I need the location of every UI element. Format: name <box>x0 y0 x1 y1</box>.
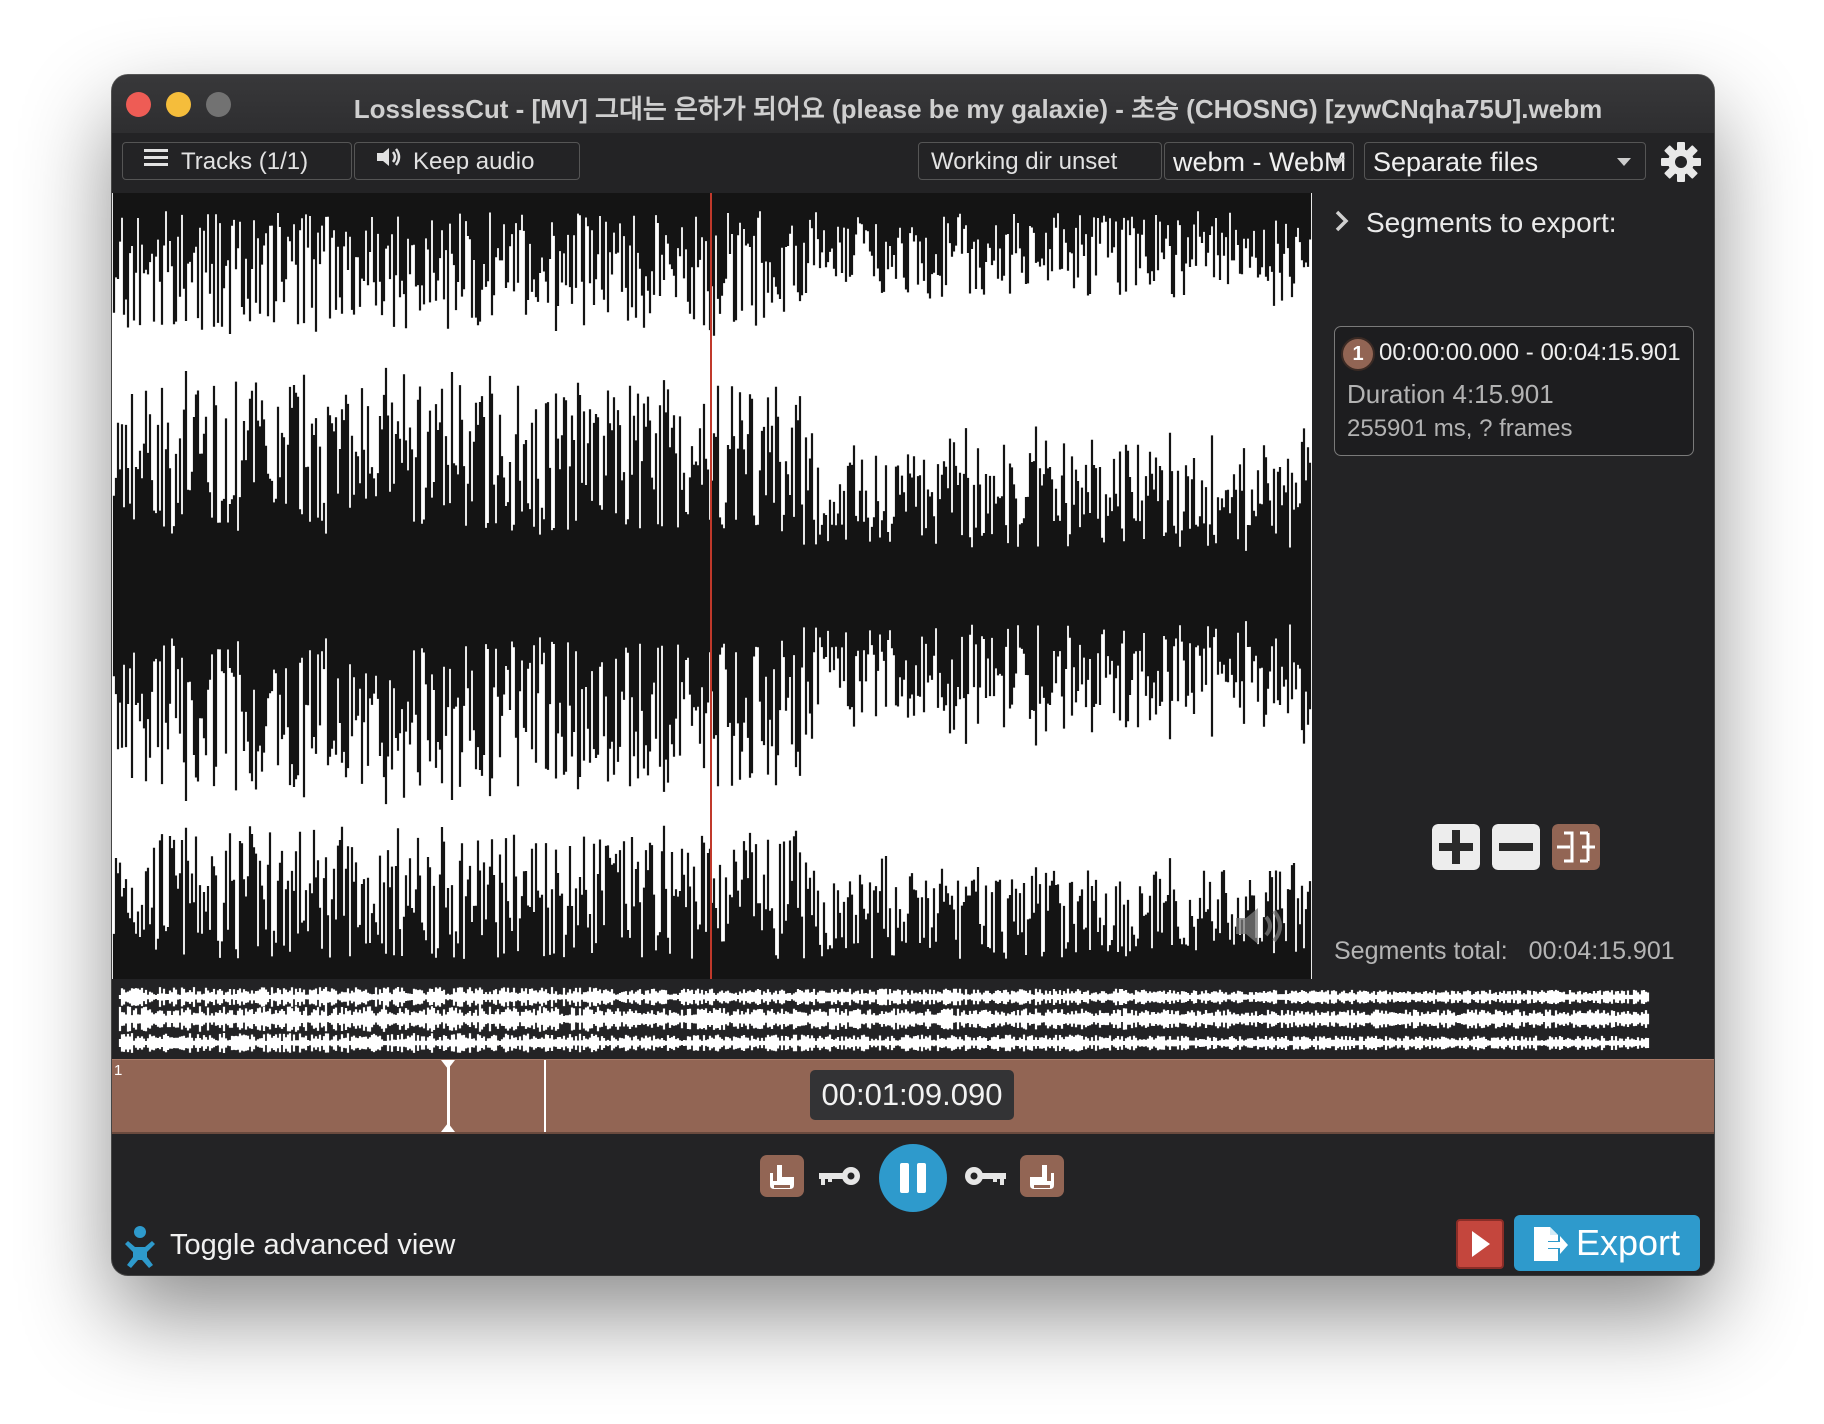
working-dir-label: Working dir unset <box>931 148 1118 175</box>
playhead-top-marker <box>441 1060 455 1069</box>
segments-total-value: 00:04:15.901 <box>1528 937 1675 965</box>
title-bar: LosslessCut - [MV] 그대는 은하가 되어요 (please b… <box>112 75 1714 134</box>
preview-button[interactable] <box>1456 1219 1504 1269</box>
pause-button[interactable] <box>878 1143 948 1213</box>
speaker-icon <box>373 143 403 179</box>
keep-audio-button[interactable]: Keep audio <box>354 142 580 180</box>
segment-duration: Duration 4:15.901 <box>1347 379 1554 409</box>
timeline-marker <box>544 1060 546 1132</box>
remove-segment-button[interactable] <box>1492 824 1540 870</box>
window-title: LosslessCut - [MV] 그대는 은하가 되어요 (please b… <box>353 94 1603 124</box>
overview-waveform-path <box>118 987 1650 1053</box>
play-icon <box>1472 1231 1490 1257</box>
segment-number-label: 1 <box>114 1062 123 1079</box>
output-mode-value: Separate files <box>1373 147 1539 177</box>
current-time-display[interactable]: 00:01:09.090 <box>810 1070 1014 1120</box>
set-cut-end-button[interactable] <box>1020 1155 1064 1197</box>
export-label: Export <box>1576 1222 1681 1263</box>
app-window: LosslessCut - [MV] 그대는 은하가 되어요 (please b… <box>112 75 1714 1275</box>
gear-icon[interactable] <box>1660 141 1702 183</box>
baby-icon <box>125 1226 155 1268</box>
segments-header[interactable]: Segments to export: <box>1334 207 1617 239</box>
segment-number-badge: 1 <box>1341 337 1375 371</box>
working-dir-button[interactable]: Working dir unset <box>918 142 1162 180</box>
overview-waveform-graphic <box>118 987 1650 1053</box>
segments-total-label: Segments total: <box>1334 937 1508 965</box>
segments-total: Segments total: 00:04:15.901 <box>1334 937 1675 966</box>
zoom-window-button[interactable] <box>206 92 231 117</box>
format-select[interactable]: webm - WebM <box>1164 142 1354 180</box>
waveform-view[interactable] <box>112 193 1312 979</box>
chevron-down-icon <box>1617 158 1631 166</box>
split-segment-button[interactable] <box>1552 824 1600 870</box>
playhead-cursor[interactable] <box>447 1060 450 1132</box>
export-button[interactable]: Export <box>1514 1215 1700 1271</box>
speaker-icon[interactable] <box>1232 903 1298 949</box>
file-export-icon <box>1534 1227 1568 1261</box>
add-segment-button[interactable] <box>1432 824 1480 870</box>
set-cut-start-button[interactable] <box>760 1155 804 1197</box>
previous-keyframe-key-icon[interactable] <box>817 1165 863 1187</box>
segments-header-label: Segments to export: <box>1366 207 1617 238</box>
segment-time-range: 00:00:00.000 - 00:04:15.901 <box>1379 339 1681 366</box>
segment-card[interactable]: 1 00:00:00.000 - 00:04:15.901 Duration 4… <box>1334 326 1694 456</box>
overview-waveform[interactable] <box>112 979 1714 1059</box>
tracks-button[interactable]: Tracks (1/1) <box>122 142 352 180</box>
list-icon <box>141 143 171 179</box>
format-select-value: webm - WebM <box>1173 147 1347 177</box>
next-keyframe-key-icon[interactable] <box>962 1165 1008 1187</box>
output-mode-select[interactable]: Separate files <box>1364 142 1646 180</box>
minimize-window-button[interactable] <box>166 92 191 117</box>
waveform-graphic <box>112 193 1312 979</box>
keep-audio-label: Keep audio <box>413 148 535 175</box>
playhead-bottom-marker <box>441 1123 455 1132</box>
chevron-right-icon <box>1334 207 1356 239</box>
segment-timeline[interactable]: 1 00:01:09.090 <box>112 1059 1714 1134</box>
toggle-advanced-view-label: Toggle advanced view <box>170 1229 456 1261</box>
close-window-button[interactable] <box>126 92 151 117</box>
tracks-label: Tracks (1/1) <box>181 148 309 175</box>
segment-ms-frames: 255901 ms, ? frames <box>1347 415 1573 442</box>
chevron-down-icon <box>1331 158 1345 166</box>
top-toolbar: Tracks (1/1) Keep audio Working dir unse… <box>112 133 1714 193</box>
